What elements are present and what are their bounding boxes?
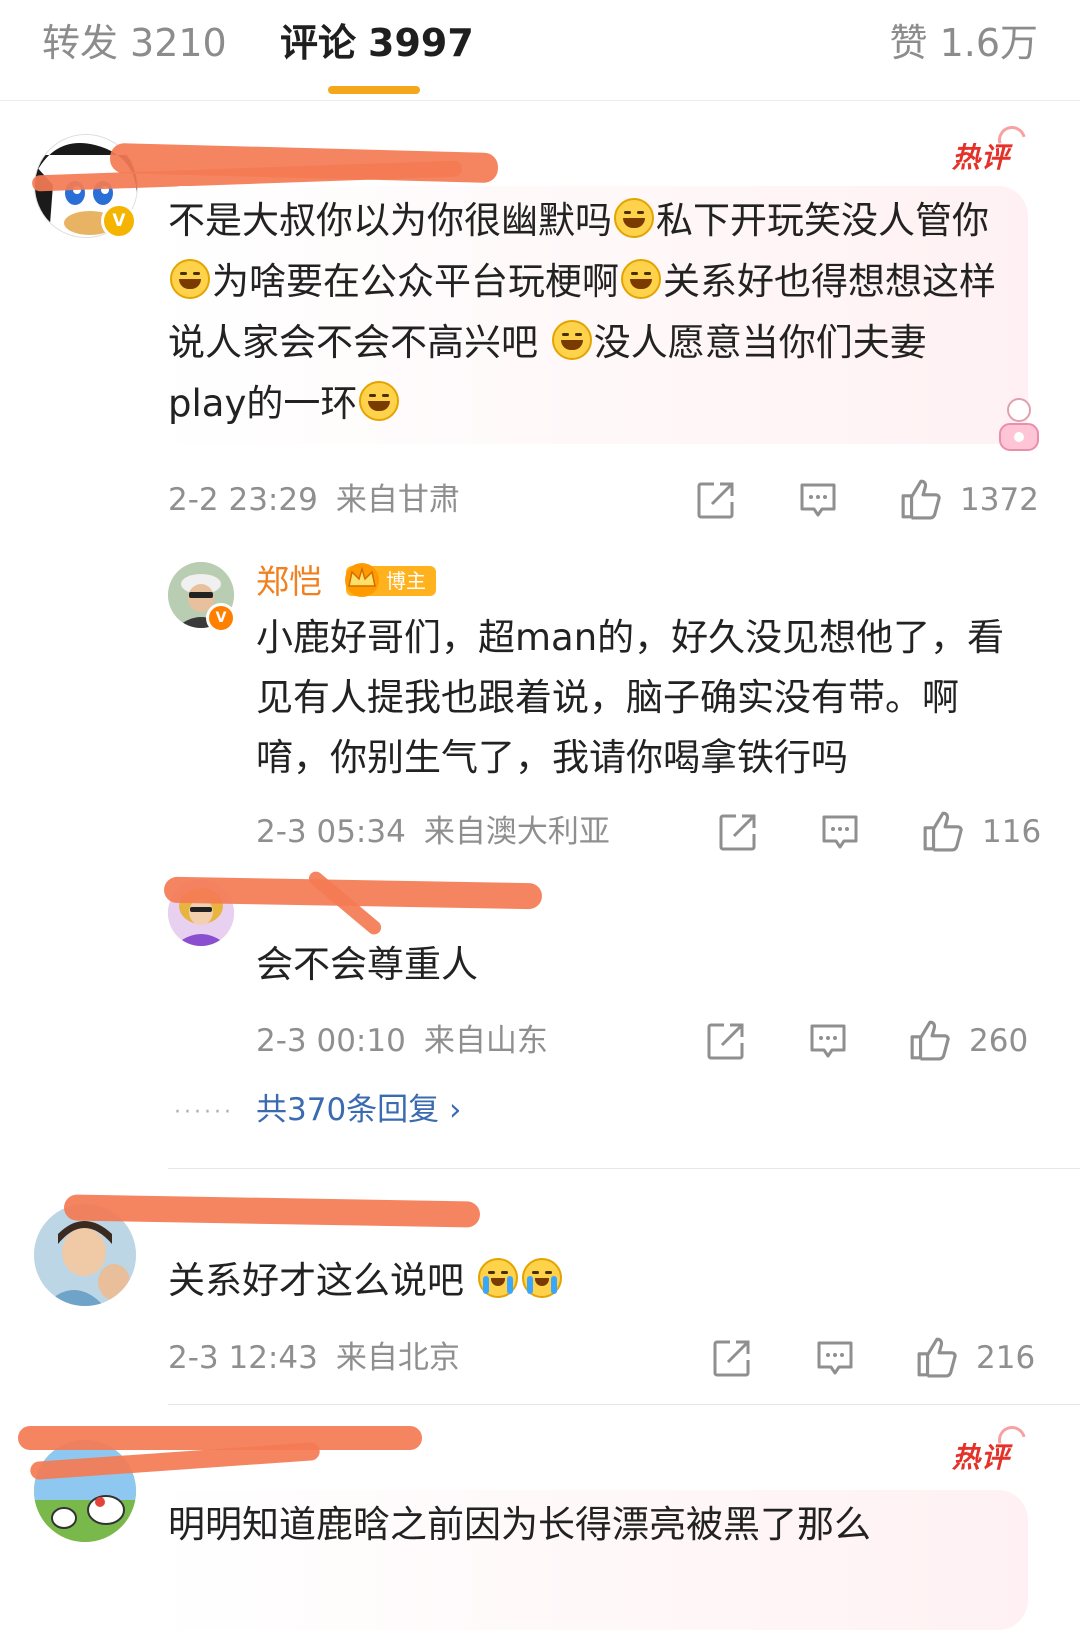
reply-location: 来自澳大利亚 (423, 814, 610, 850)
comment-text: 不是大叔你以为你很幽默吗 私下开玩笑没人管你 为啥要在公众平台玩梗啊 关系好也得想想这… (168, 190, 998, 434)
crown-icon (345, 563, 379, 597)
like-count: 216 (976, 1340, 1036, 1376)
reply-icon[interactable] (798, 480, 838, 520)
comment-text: 关系好才这么说吧 (168, 1250, 564, 1311)
tab-bar: 转发 3210 评论 3997 赞 1.6万 (0, 0, 1080, 101)
comment-text-part: 为啥要在公众平台玩梗啊 (212, 260, 619, 303)
divider (168, 1404, 1080, 1405)
reply-time: 2-3 00:10 (256, 1023, 406, 1059)
tab-forward-count: 3210 (130, 21, 227, 65)
mascot-decoration-icon (999, 398, 1039, 451)
tab-comments-count: 3997 (368, 21, 474, 65)
reply-icon[interactable] (820, 812, 860, 852)
comment-meta: 2-3 12:43 来自北京 (168, 1338, 460, 1378)
thumbs-up-icon[interactable] (916, 1336, 958, 1378)
share-icon[interactable] (712, 1338, 752, 1378)
laughing-tears-emoji-icon (621, 259, 661, 299)
reply-time: 2-3 05:34 (256, 814, 406, 850)
reply-text: 会不会尊重人 (256, 943, 478, 986)
comment-text-part: 不是大叔你以为你很幽默吗 (168, 199, 612, 242)
crying-emoji-icon (477, 1258, 518, 1298)
thumbs-up-icon[interactable] (909, 1019, 951, 1061)
comment-text-part: 私下开玩笑没人管你 (656, 199, 989, 242)
laughing-tears-emoji-icon (359, 381, 400, 421)
laughing-tears-emoji-icon (551, 320, 592, 360)
divider (168, 1168, 1080, 1169)
tab-comments[interactable]: 评论 3997 (280, 18, 474, 68)
comment-text: 明明知道鹿晗之前因为长得漂亮被黑了那么 (168, 1503, 871, 1546)
thumbs-up-icon[interactable] (900, 478, 942, 520)
share-icon[interactable] (696, 480, 736, 520)
share-icon[interactable] (718, 812, 758, 852)
reply-meta: 2-3 00:10 来自山东 (256, 1021, 548, 1061)
reply-text: 小鹿好哥们，超man的，好久没见想他了，看见有人提我也跟着说，脑子确实没有带。啊… (256, 616, 1005, 779)
comment-location: 来自北京 (335, 1340, 460, 1376)
like-count: 260 (969, 1023, 1029, 1059)
reply-author-name[interactable]: 郑恺 (256, 560, 322, 604)
redacted-username (63, 1194, 481, 1228)
more-replies-link[interactable]: 共370条回复 › (256, 1090, 461, 1130)
comment-location: 来自甘肃 (335, 482, 460, 518)
like-count: 116 (982, 814, 1042, 850)
verified-badge-icon: V (206, 603, 236, 633)
comment-meta: 2-2 23:29 来自甘肃 (168, 480, 460, 520)
share-icon[interactable] (706, 1021, 746, 1061)
verified-badge-icon: V (101, 203, 137, 239)
comment-text-part: 关系好才这么说吧 (168, 1259, 476, 1302)
blogger-tag-label: 博主 (386, 569, 426, 593)
tab-forward[interactable]: 转发 3210 (42, 18, 227, 68)
hot-comment-tag: 热评 (952, 1420, 1032, 1476)
comment-time: 2-3 12:43 (168, 1340, 318, 1376)
tab-likes-label: 赞 (889, 21, 928, 65)
tab-comments-label: 评论 (280, 21, 357, 65)
more-replies-dots: ······ (174, 1100, 234, 1125)
blogger-tag: 博主 (345, 563, 436, 597)
laughing-tears-emoji-icon (614, 198, 654, 238)
like-count: 1372 (960, 482, 1039, 518)
tab-likes-count: 1.6万 (939, 21, 1038, 65)
hot-comment-tag: 热评 (952, 120, 1032, 176)
reply-location: 来自山东 (423, 1023, 548, 1059)
crying-emoji-icon (521, 1258, 562, 1298)
redacted-username (18, 1426, 422, 1450)
reply-icon[interactable] (815, 1338, 855, 1378)
thumbs-up-icon[interactable] (922, 810, 964, 852)
laughing-tears-emoji-icon (170, 259, 210, 299)
tab-forward-label: 转发 (42, 21, 119, 65)
comment-time: 2-2 23:29 (168, 482, 318, 518)
tab-likes[interactable]: 赞 1.6万 (890, 18, 1038, 68)
reply-icon[interactable] (808, 1021, 848, 1061)
reply-meta: 2-3 05:34 来自澳大利亚 (256, 812, 610, 852)
active-tab-indicator (328, 86, 420, 94)
